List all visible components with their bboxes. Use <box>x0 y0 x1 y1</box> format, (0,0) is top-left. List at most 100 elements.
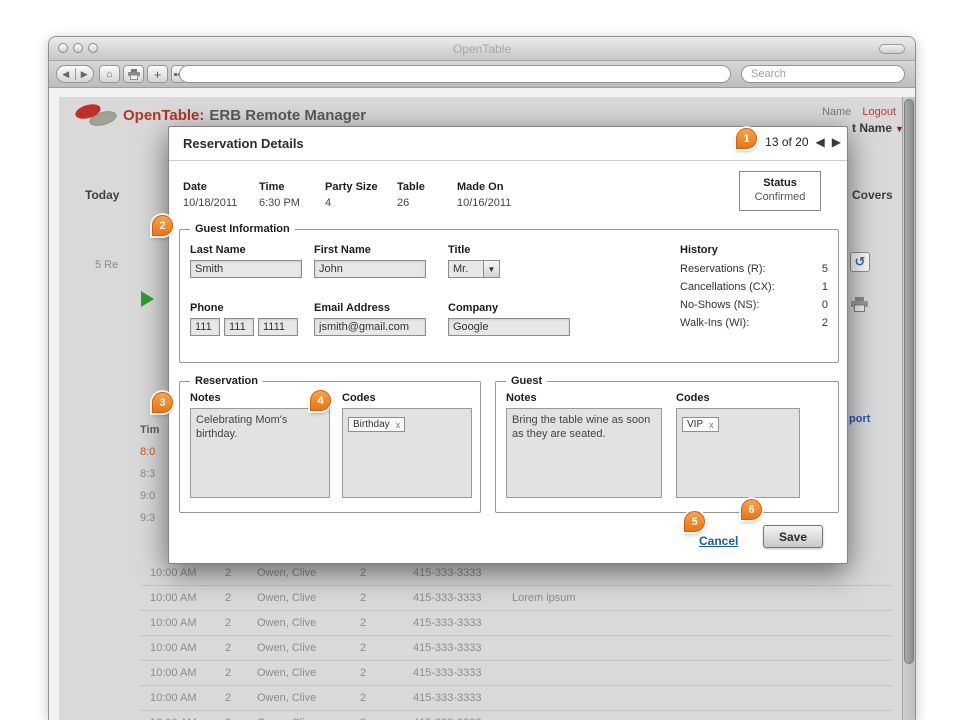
scrollbar[interactable] <box>902 97 915 720</box>
guest-codes-box[interactable]: VIP x <box>676 408 800 498</box>
code-tag-text: VIP <box>687 419 703 430</box>
cell-phone: 415-333-3333 <box>413 667 482 679</box>
callout-3: 3 <box>152 392 173 413</box>
printer-icon <box>851 297 868 312</box>
home-icon: ⌂ <box>106 69 112 80</box>
history-value: 5 <box>822 263 828 275</box>
reservation-codes-label: Codes <box>342 392 376 404</box>
add-button[interactable]: + <box>147 65 168 83</box>
date-value: 10/18/2011 <box>183 197 237 209</box>
callout-1: 1 <box>736 128 757 149</box>
reservation-notes-label: Notes <box>190 392 221 404</box>
history-value: 1 <box>822 281 828 293</box>
table-row[interactable]: 10:00 AM 2 Owen, Clive 2 415-333-3333 <box>140 711 892 720</box>
callout-4: 4 <box>310 390 331 411</box>
table-row[interactable]: 10:00 AM 2 Owen, Clive 2 415-333-3333 <box>140 611 892 636</box>
scrollbar-thumb[interactable] <box>904 99 914 664</box>
guest-information-fieldset: Guest Information Last Name First Name T… <box>179 229 839 363</box>
guest-notes-textarea[interactable]: Bring the table wine as soon as they are… <box>506 408 662 498</box>
address-bar[interactable] <box>179 65 731 83</box>
history-label: Walk-Ins (WI): <box>680 317 749 329</box>
reservation-codes-box[interactable]: Birthday x <box>342 408 472 498</box>
callout-6: 6 <box>741 499 762 520</box>
table-row[interactable]: 10:00 AM 2 Owen, Clive 2 415-333-3333 <box>140 661 892 686</box>
app-subtitle: ERB Remote Manager <box>209 107 366 124</box>
party-size-value: 4 <box>325 197 378 209</box>
cancel-link[interactable]: Cancel <box>699 534 738 548</box>
guest-information-legend: Guest Information <box>190 223 295 235</box>
guest-legend: Guest <box>506 375 547 387</box>
browser-window: OpenTable ◀ ▶ ⌂ + <box>48 36 916 720</box>
email-label: Email Address <box>314 302 390 314</box>
cell-time: 10:00 AM <box>150 567 196 579</box>
print-list-button[interactable] <box>851 297 868 317</box>
covers-label: Covers <box>852 188 893 202</box>
reservations-count-fragment: 5 Re <box>95 259 118 271</box>
party-size-label: Party Size <box>325 181 378 193</box>
first-name-input[interactable] <box>314 260 426 278</box>
next-reservation-arrow-icon[interactable] <box>141 291 154 307</box>
company-label: Company <box>448 302 498 314</box>
last-name-input[interactable] <box>190 260 302 278</box>
refresh-button[interactable]: ↺ <box>850 252 870 272</box>
cell-guest-name: Owen, Clive <box>257 617 316 629</box>
table-row[interactable]: 10:00 AM 2 Owen, Clive 2 415-333-3333 Lo… <box>140 586 892 611</box>
pager-count: 13 of 20 <box>765 135 808 149</box>
app-title: OpenTable:ERB Remote Manager <box>123 107 366 124</box>
cell-phone: 415-333-3333 <box>413 567 482 579</box>
time-fragment: 9:3 <box>140 512 155 524</box>
status-label: Status <box>740 177 820 189</box>
page: OpenTable:ERB Remote Manager Name Logout… <box>59 97 902 720</box>
account-area: Name Logout <box>822 106 896 118</box>
chevron-down-icon: ▼ <box>483 261 499 277</box>
time-label: Time <box>259 181 300 193</box>
cell-phone: 415-333-3333 <box>413 642 482 654</box>
pager-next-button[interactable]: ▶ <box>832 136 841 148</box>
save-button[interactable]: Save <box>763 525 823 548</box>
logout-link[interactable]: Logout <box>862 106 896 118</box>
table-row[interactable]: 10:00 AM 2 Owen, Clive 2 415-333-3333 <box>140 561 892 586</box>
phone-prefix-input[interactable] <box>224 318 254 336</box>
back-icon[interactable]: ◀ <box>57 69 75 80</box>
cell-covers: 2 <box>360 617 366 629</box>
status-value: Confirmed <box>740 191 820 203</box>
tab-today[interactable]: Today <box>85 188 119 202</box>
date-label: Date <box>183 181 237 193</box>
history-row: Reservations (R): 5 <box>680 263 828 275</box>
cell-count: 2 <box>225 642 231 654</box>
title-select[interactable]: Mr. ▼ <box>448 260 500 278</box>
cell-phone: 415-333-3333 <box>413 592 482 604</box>
history-value: 0 <box>822 299 828 311</box>
home-button[interactable]: ⌂ <box>99 65 120 83</box>
phone-area-input[interactable] <box>190 318 220 336</box>
reservation-notes-textarea[interactable]: Celebrating Mom's birthday. <box>190 408 330 498</box>
remove-tag-icon[interactable]: x <box>396 420 401 430</box>
refresh-icon: ↺ <box>855 254 866 270</box>
reservation-details-dialog: Reservation Details 13 of 20 ◀ ▶ Date 10… <box>168 126 848 564</box>
window-title: OpenTable <box>49 42 915 56</box>
table-row[interactable]: 10:00 AM 2 Owen, Clive 2 415-333-3333 <box>140 636 892 661</box>
time-fragment: 9:0 <box>140 490 155 502</box>
pager-prev-button[interactable]: ◀ <box>816 136 825 148</box>
cell-time: 10:00 AM <box>150 667 196 679</box>
print-button[interactable] <box>123 65 144 83</box>
restaurant-dropdown[interactable]: t Name▼ <box>852 121 902 135</box>
table-row[interactable]: 10:00 AM 2 Owen, Clive 2 415-333-3333 <box>140 686 892 711</box>
browser-toolbar: ◀ ▶ ⌂ + <box>49 61 915 88</box>
email-input[interactable] <box>314 318 426 336</box>
forward-icon[interactable]: ▶ <box>76 69 94 80</box>
export-link-fragment[interactable]: port <box>849 413 870 425</box>
cell-count: 2 <box>225 592 231 604</box>
toolbar-toggle-pill[interactable] <box>879 44 905 54</box>
code-tag-vip: VIP x <box>682 417 719 432</box>
info-time: Time 6:30 PM <box>259 181 300 209</box>
company-input[interactable] <box>448 318 570 336</box>
remove-tag-icon[interactable]: x <box>709 420 714 430</box>
code-tag-text: Birthday <box>353 419 390 430</box>
search-input[interactable] <box>741 65 905 83</box>
reservation-legend: Reservation <box>190 375 263 387</box>
cell-covers: 2 <box>360 667 366 679</box>
chevron-down-icon: ▼ <box>895 124 902 134</box>
phone-line-input[interactable] <box>258 318 298 336</box>
history-label: Reservations (R): <box>680 263 766 275</box>
